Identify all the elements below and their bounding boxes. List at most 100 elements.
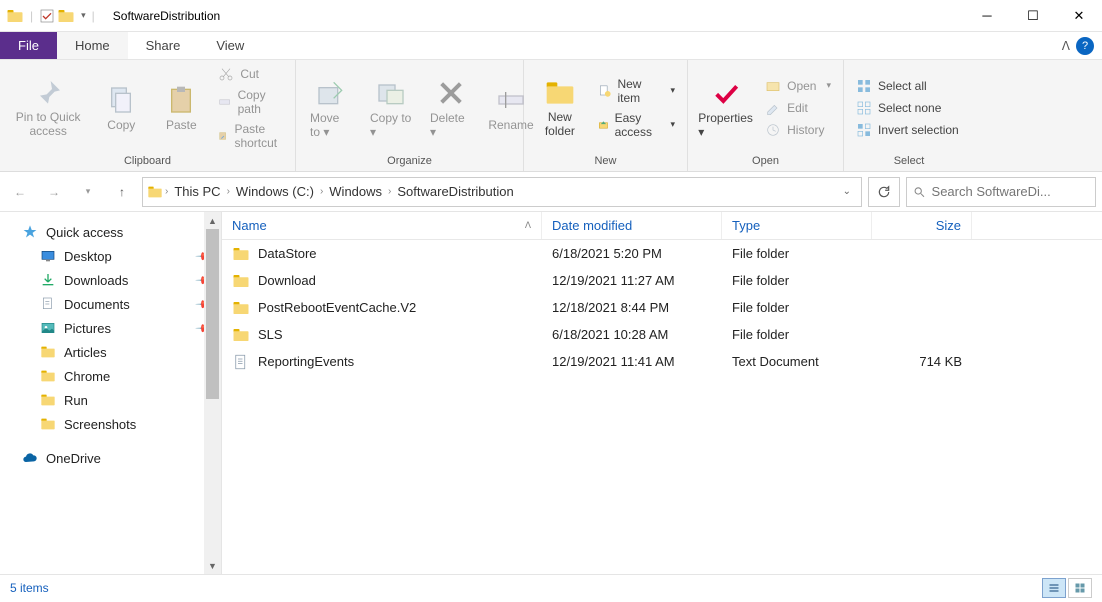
breadcrumb-current[interactable]: SoftwareDistribution [393, 184, 517, 199]
edit-button[interactable]: Edit [761, 99, 835, 117]
move-to-button[interactable]: Move to ▾ [304, 75, 358, 141]
paste-button[interactable]: Paste [154, 82, 208, 134]
sidebar-item-downloads[interactable]: Downloads📌 [0, 268, 221, 292]
scissors-icon [218, 66, 234, 82]
search-box[interactable] [906, 177, 1096, 207]
chevron-right-icon[interactable]: › [388, 186, 391, 197]
copy-button[interactable]: Copy [94, 82, 148, 134]
view-tab[interactable]: View [198, 32, 262, 59]
properties-icon [710, 77, 742, 109]
chevron-right-icon[interactable]: › [227, 186, 230, 197]
folder-icon [232, 326, 250, 344]
back-button[interactable]: ← [6, 178, 34, 206]
organize-group-label: Organize [296, 155, 523, 171]
file-type: File folder [722, 273, 872, 288]
new-group-label: New [524, 155, 687, 171]
file-row[interactable]: SLS6/18/2021 10:28 AMFile folder [222, 321, 1102, 348]
sidebar-item-screenshots[interactable]: Screenshots [0, 412, 221, 436]
search-input[interactable] [932, 184, 1089, 199]
breadcrumb-windows[interactable]: Windows [325, 184, 386, 199]
sidebar-item-icon [40, 344, 56, 360]
sidebar-item-run[interactable]: Run [0, 388, 221, 412]
file-date: 12/19/2021 11:41 AM [542, 354, 722, 369]
checkbox-icon[interactable] [39, 8, 55, 24]
column-date[interactable]: Date modified [542, 212, 722, 239]
sidebar-item-articles[interactable]: Articles [0, 340, 221, 364]
new-folder-button[interactable]: New folder [532, 75, 588, 139]
pin-quick-access-button[interactable]: Pin to Quick access [8, 75, 88, 139]
file-row[interactable]: DataStore6/18/2021 5:20 PMFile folder [222, 240, 1102, 267]
star-icon [22, 224, 38, 240]
pin-icon [32, 77, 64, 109]
delete-button[interactable]: Delete ▾ [424, 75, 478, 141]
sidebar-item-pictures[interactable]: Pictures📌 [0, 316, 221, 340]
home-tab[interactable]: Home [57, 32, 128, 59]
maximize-button[interactable]: ☐ [1010, 0, 1056, 32]
invert-selection-button[interactable]: Invert selection [852, 121, 963, 139]
ribbon: Pin to Quick access Copy Paste Cut Copy … [0, 60, 1102, 172]
qat-separator: | [26, 9, 37, 23]
copy-path-button[interactable]: Copy path [214, 87, 287, 117]
file-type: File folder [722, 327, 872, 342]
file-row[interactable]: PostRebootEventCache.V212/18/2021 8:44 P… [222, 294, 1102, 321]
collapse-ribbon-icon[interactable]: ᐱ [1062, 39, 1070, 53]
select-none-button[interactable]: Select none [852, 99, 963, 117]
file-date: 12/19/2021 11:27 AM [542, 273, 722, 288]
file-name: Download [258, 273, 316, 288]
file-row[interactable]: ReportingEvents12/19/2021 11:41 AMText D… [222, 348, 1102, 375]
file-date: 6/18/2021 10:28 AM [542, 327, 722, 342]
sidebar-item-label: Articles [64, 345, 107, 360]
chevron-right-icon[interactable]: › [165, 186, 168, 197]
file-name: ReportingEvents [258, 354, 354, 369]
folder-icon [232, 245, 250, 263]
properties-button[interactable]: Properties▾ [696, 75, 755, 141]
minimize-button[interactable]: ─ [964, 0, 1010, 32]
copy-to-button[interactable]: Copy to ▾ [364, 75, 418, 141]
details-view-button[interactable] [1042, 578, 1066, 598]
scroll-up-icon[interactable]: ▲ [204, 212, 221, 229]
close-button[interactable]: ✕ [1056, 0, 1102, 32]
easy-access-button[interactable]: Easy access▾ [594, 110, 679, 140]
address-bar[interactable]: › This PC › Windows (C:) › Windows › Sof… [142, 177, 862, 207]
sidebar-item-documents[interactable]: Documents📌 [0, 292, 221, 316]
up-button[interactable]: ↑ [108, 178, 136, 206]
quick-access-toolbar: | ▾ | [0, 7, 105, 25]
breadcrumb-drive[interactable]: Windows (C:) [232, 184, 318, 199]
refresh-button[interactable] [868, 177, 900, 207]
thumbnails-view-button[interactable] [1068, 578, 1092, 598]
recent-dropdown-icon[interactable]: ▾ [74, 178, 102, 206]
sidebar-item-label: Run [64, 393, 88, 408]
column-size[interactable]: Size [872, 212, 972, 239]
folder-icon [6, 7, 24, 25]
file-tab[interactable]: File [0, 32, 57, 59]
rename-button[interactable]: Rename [484, 82, 538, 134]
scrollbar[interactable]: ▲ ▼ [204, 212, 221, 574]
select-all-button[interactable]: Select all [852, 77, 963, 95]
sidebar-item-chrome[interactable]: Chrome [0, 364, 221, 388]
titlebar: | ▾ | SoftwareDistribution ─ ☐ ✕ [0, 0, 1102, 32]
share-tab[interactable]: Share [128, 32, 199, 59]
sidebar-item-icon [40, 416, 56, 432]
sidebar-item-desktop[interactable]: Desktop📌 [0, 244, 221, 268]
breadcrumb-this-pc[interactable]: This PC [170, 184, 224, 199]
column-type[interactable]: Type [722, 212, 872, 239]
sidebar-onedrive[interactable]: OneDrive [0, 446, 221, 470]
history-button[interactable]: History [761, 121, 835, 139]
open-button[interactable]: Open▾ [761, 77, 835, 95]
paste-shortcut-button[interactable]: Paste shortcut [214, 121, 287, 151]
chevron-right-icon[interactable]: › [320, 186, 323, 197]
folder-icon[interactable] [57, 7, 75, 25]
sidebar-quick-access[interactable]: Quick access [0, 220, 221, 244]
address-dropdown-icon[interactable]: ⌄ [843, 186, 857, 197]
scrollbar-thumb[interactable] [206, 229, 219, 399]
new-item-button[interactable]: New item▾ [594, 76, 679, 106]
help-icon[interactable]: ? [1076, 37, 1094, 55]
scroll-down-icon[interactable]: ▼ [204, 557, 221, 574]
file-row[interactable]: Download 12/19/2021 11:27 AMFile folder [222, 267, 1102, 294]
folder-icon [147, 184, 163, 200]
forward-button[interactable]: → [40, 178, 68, 206]
column-name[interactable]: Nameᐱ [222, 212, 542, 239]
file-date: 12/18/2021 8:44 PM [542, 300, 722, 315]
qat-dropdown-icon[interactable]: ▾ [77, 10, 86, 21]
cut-button[interactable]: Cut [214, 65, 287, 83]
